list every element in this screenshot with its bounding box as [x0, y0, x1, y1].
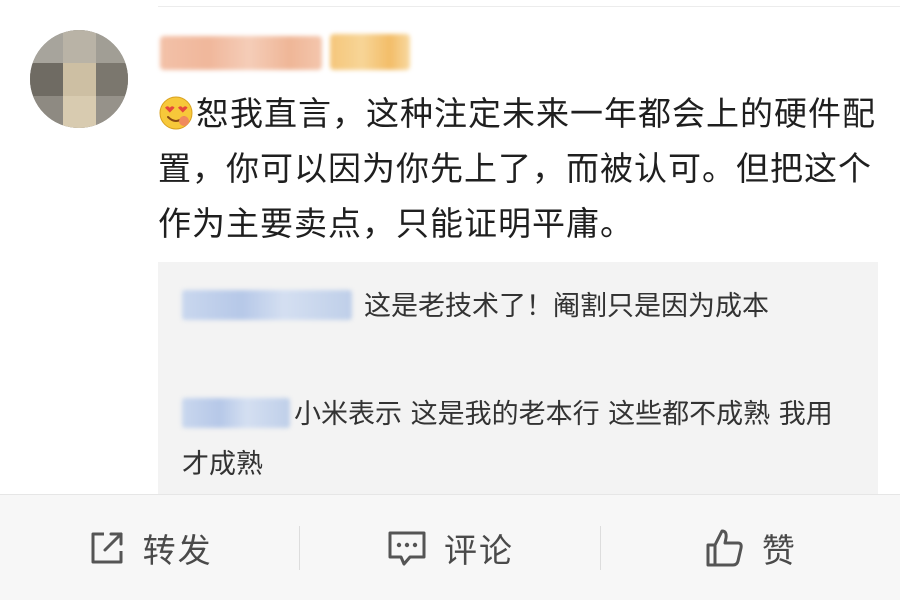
comment-label: 评论 [443, 530, 514, 570]
comment-item[interactable]: 小米表示 这是我的老本行 这些都不成熟 我用才成熟 [182, 390, 842, 490]
post-text: 恕我直言，这种注定未来一年都会上的硬件配置，你可以因为你先上了，而被认可。但把这… [158, 94, 876, 243]
post-content: 恕我直言，这种注定未来一年都会上的硬件配置，你可以因为你先上了，而被认可。但把这… [158, 86, 884, 251]
avatar-pixelated-image [30, 30, 128, 128]
divider [158, 6, 900, 7]
like-label: 赞 [761, 530, 797, 570]
like-button[interactable]: 赞 [601, 495, 900, 600]
comment-item[interactable]: 这是老技术了！阉割只是因为成本 [182, 282, 842, 332]
blurred-commenter-name[interactable] [182, 290, 352, 320]
blurred-commenter-name[interactable] [182, 398, 290, 428]
comment-text: 这是老技术了！阉割只是因为成本 [364, 291, 769, 322]
share-icon [91, 532, 123, 563]
comment-preview-box[interactable]: 这是老技术了！阉割只是因为成本 小米表示 这是我的老本行 这些都不成熟 我用才成… [158, 262, 878, 494]
heart-eyes-face-icon [158, 92, 194, 130]
repost-button[interactable]: 转发 [0, 495, 299, 600]
blurred-username[interactable] [160, 36, 322, 70]
thumbs-up-icon [706, 529, 743, 566]
action-bar: 转发 评论 赞 [0, 494, 900, 600]
comment-button[interactable]: 评论 [300, 495, 599, 600]
avatar[interactable] [30, 30, 128, 128]
repost-label: 转发 [142, 530, 213, 570]
comment-icon [388, 531, 426, 565]
blurred-user-badge [330, 34, 410, 70]
weibo-post-view: 恕我直言，这种注定未来一年都会上的硬件配置，你可以因为你先上了，而被认可。但把这… [0, 0, 900, 600]
